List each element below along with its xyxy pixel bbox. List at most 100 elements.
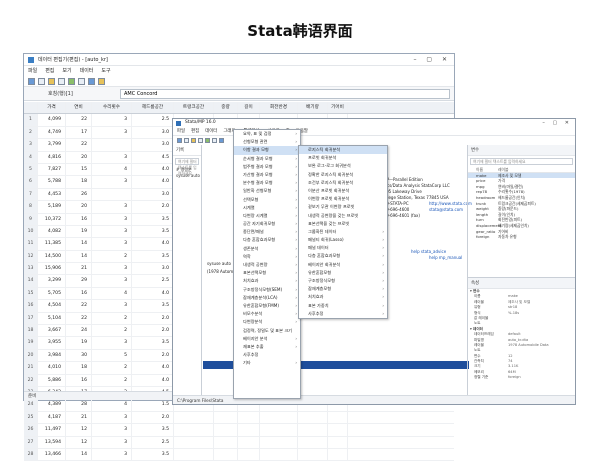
grid-cell[interactable] xyxy=(298,424,328,436)
grid-cell[interactable] xyxy=(260,448,298,461)
grid-cell[interactable] xyxy=(238,436,260,448)
grid-cell[interactable]: 20 xyxy=(66,201,92,213)
grid-cell[interactable]: 4,453 xyxy=(38,188,66,201)
do-file-editor-icon[interactable] xyxy=(219,138,224,143)
grid-cell[interactable]: 4,749 xyxy=(38,126,66,139)
grid-cell[interactable] xyxy=(214,411,238,424)
binary-submenu-item[interactable]: 다층 혼합효과모형 › xyxy=(299,252,387,260)
grid-cell[interactable]: 1.5 xyxy=(132,399,174,411)
grid-cell[interactable]: 20 xyxy=(66,151,92,163)
grid-cell[interactable]: 3.5 xyxy=(132,300,174,312)
grid-cell[interactable]: 3.5 xyxy=(132,448,174,461)
grid-cell[interactable]: 13,466 xyxy=(38,448,66,461)
statistics-menu-item[interactable]: 분수형 결과 모형 › xyxy=(234,179,300,187)
grid-cell[interactable] xyxy=(174,411,214,424)
history-item[interactable]: sysuse auto xyxy=(173,173,201,178)
grid-cell[interactable]: 3 xyxy=(92,436,132,448)
statistics-menu-item[interactable]: 선택모형 › xyxy=(234,196,300,204)
grid-cell[interactable] xyxy=(328,436,348,448)
grid-cell[interactable]: 3.5 xyxy=(132,225,174,238)
grid-cell[interactable]: 11,385 xyxy=(38,238,66,250)
grid-cell[interactable]: 4 xyxy=(92,163,132,176)
grid-cell[interactable]: 3 xyxy=(92,448,132,461)
grid-cell[interactable] xyxy=(328,424,348,436)
grid-cell[interactable]: 24 xyxy=(66,325,92,337)
table-row[interactable]: 27 13,594 12 3 2.5 xyxy=(24,436,454,449)
grid-cell[interactable]: 2.0 xyxy=(132,411,174,424)
statistics-menu-item[interactable]: 다변량 시계열 › xyxy=(234,212,300,220)
binary-submenu-item[interactable]: 유한혼합모형 › xyxy=(299,269,387,277)
save-icon[interactable] xyxy=(28,77,35,85)
grid-cell[interactable]: 5,886 xyxy=(38,374,66,386)
grid-cell[interactable] xyxy=(92,139,132,151)
graph-icon[interactable] xyxy=(212,138,217,143)
binary-submenu-item[interactable]: 이분산 프로빗 회귀분석 xyxy=(299,187,387,195)
grid-cell[interactable]: 2.0 xyxy=(132,201,174,213)
grid-cell[interactable]: 22 xyxy=(66,312,92,325)
print-icon[interactable] xyxy=(191,138,196,143)
grid-cell[interactable]: 15 xyxy=(66,163,92,176)
column-header[interactable]: 회전반경 xyxy=(260,102,298,114)
table-row[interactable]: 25 4,187 21 3 2.0 xyxy=(24,411,454,425)
grid-cell[interactable]: 3,984 xyxy=(38,349,66,362)
grid-cell[interactable]: 22 xyxy=(66,114,92,126)
statistics-menu-item[interactable]: 유한혼합모형(FMM) › xyxy=(234,302,300,310)
results-link[interactable]: stata@stata.com xyxy=(429,207,463,212)
grid-cell[interactable]: 2.0 xyxy=(132,349,174,362)
grid-cell[interactable]: 4.0 xyxy=(132,163,174,176)
binary-submenu-item[interactable]: 베이지안 회귀분석 › xyxy=(299,261,387,269)
window-buttons[interactable]: – ▢ ✕ xyxy=(413,54,451,66)
history-filter[interactable]: 여기에 필터 텍스트를 입력하세요 xyxy=(175,158,199,176)
grid-cell[interactable]: 3 xyxy=(92,411,132,424)
grid-cell[interactable]: 19 xyxy=(66,337,92,349)
properties-icon[interactable] xyxy=(68,77,75,85)
filter-funnel-icon[interactable] xyxy=(98,77,105,85)
grid-cell[interactable]: 4.0 xyxy=(132,287,174,300)
grid-cell[interactable]: 14,500 xyxy=(38,250,66,263)
grid-cell[interactable] xyxy=(214,424,238,436)
results-link[interactable]: help mp_manual xyxy=(429,255,462,260)
statistics-menu-item[interactable]: 종단면/패널 › xyxy=(234,228,300,236)
grid-cell[interactable]: 10,372 xyxy=(38,213,66,225)
grid-cell[interactable]: 4,187 xyxy=(38,411,66,424)
grid-cell[interactable]: 3 xyxy=(92,238,132,250)
table-icon[interactable] xyxy=(38,77,45,85)
grid-cell[interactable]: 5,189 xyxy=(38,201,66,213)
grid-cell[interactable]: 22 xyxy=(66,300,92,312)
grid-cell[interactable]: 3 xyxy=(92,201,132,213)
binary-submenu-item[interactable]: 표본선택을 갖는 프로빗 xyxy=(299,220,387,228)
statistics-menu-item[interactable]: 표본선택모형 › xyxy=(234,269,300,277)
statistics-menu-item[interactable]: 처치효과 › xyxy=(234,277,300,285)
grid-cell[interactable]: 3,299 xyxy=(38,275,66,287)
grid-cell[interactable]: 14 xyxy=(66,448,92,461)
binary-submenu-item[interactable]: 겉보기 무관 이변량 프로빗 xyxy=(299,203,387,211)
grid-cell[interactable]: 4,816 xyxy=(38,151,66,163)
stata-menu-item[interactable]: 파일 xyxy=(177,129,185,134)
grid-cell[interactable]: 3 xyxy=(92,337,132,349)
binary-submenu-item[interactable]: 이변량 프로빗 회귀분석 xyxy=(299,195,387,203)
filter-icon[interactable] xyxy=(48,77,55,85)
grid-cell[interactable]: 3.5 xyxy=(132,250,174,263)
grid-cell[interactable]: 3 xyxy=(92,114,132,126)
variables-filter[interactable]: 여기에 필터 텍스트를 입력하세요 xyxy=(470,158,573,165)
variable-row[interactable]: foreign 자동차 유형 xyxy=(468,234,575,240)
grid-cell[interactable]: 16 xyxy=(66,287,92,300)
grid-cell[interactable]: 22 xyxy=(66,139,92,151)
grid-cell[interactable]: 13,594 xyxy=(38,436,66,448)
grid-cell[interactable]: 2.5 xyxy=(132,436,174,448)
statistics-menu-item[interactable]: 역학 › xyxy=(234,253,300,261)
grid-cell[interactable]: 12 xyxy=(66,436,92,448)
grid-cell[interactable]: 19 xyxy=(66,225,92,238)
grid-cell[interactable]: 5 xyxy=(92,349,132,362)
grid-cell[interactable]: 26 xyxy=(66,188,92,201)
table-row[interactable]: 28 13,466 14 3 3.5 xyxy=(24,448,454,461)
binary-submenu-item[interactable]: 조건부 로지스틱 회귀분석 xyxy=(299,179,387,187)
statistics-menu-item[interactable]: 가산형 결과 모형 › xyxy=(234,171,300,179)
statistics-menu-item[interactable]: 베이지안 분석 › xyxy=(234,335,300,343)
variables-icon[interactable] xyxy=(58,77,65,85)
results-link[interactable]: help stata_advice xyxy=(411,249,446,254)
binary-submenu-item[interactable]: 패널 데이터 › xyxy=(299,244,387,252)
table-row[interactable]: 26 11,497 12 3 3.5 xyxy=(24,424,454,437)
grid-cell[interactable]: 4.0 xyxy=(132,374,174,386)
column-header[interactable]: 길이 xyxy=(238,102,260,114)
